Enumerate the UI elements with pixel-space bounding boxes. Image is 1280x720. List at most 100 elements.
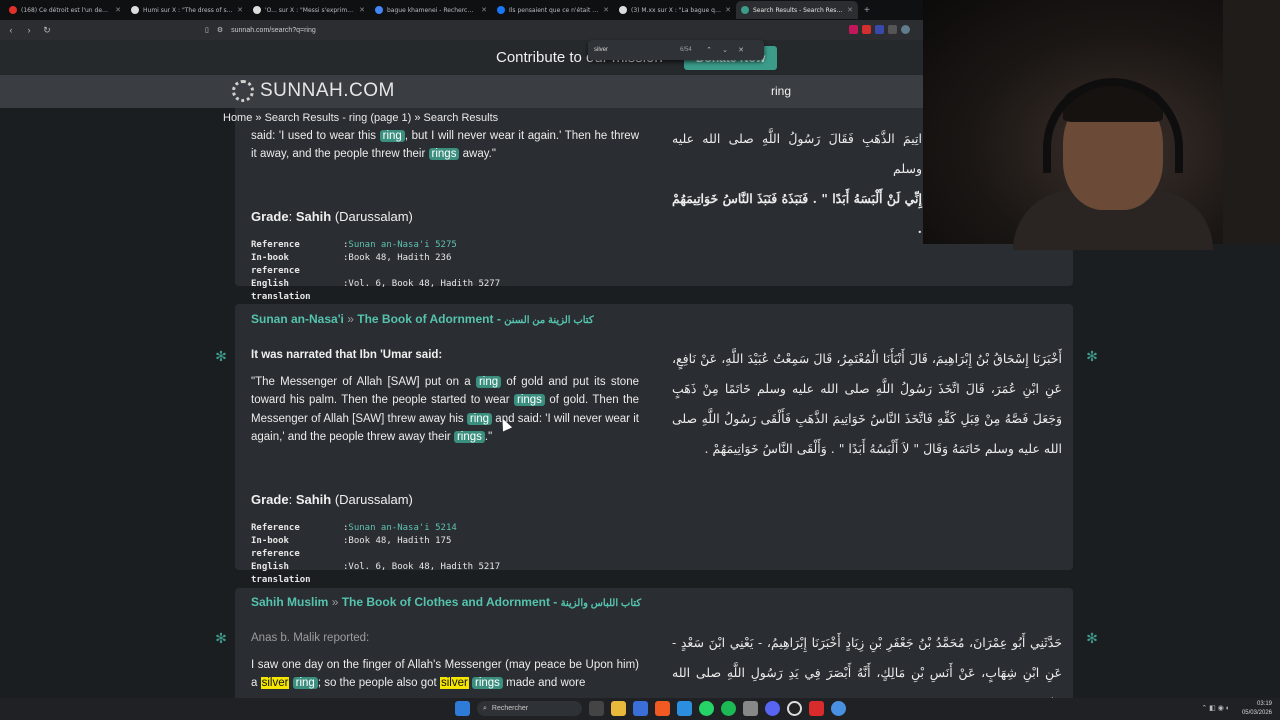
browser-tab[interactable]: bague khamenei - Recherche Google ✕ xyxy=(370,1,492,19)
hadith-english-text: "The Messenger of Allah [SAW] put on a r… xyxy=(251,373,639,446)
browser-tab-active[interactable]: Search Results - Search Results ✕ xyxy=(736,1,858,19)
browser-tab[interactable]: 'O... sur X : "Messi s'exprime à prop ✕ xyxy=(248,1,370,19)
file-explorer-icon[interactable] xyxy=(611,701,626,716)
book-name[interactable]: The Book of Clothes and Adornment - xyxy=(342,595,561,609)
find-input[interactable]: silver xyxy=(594,47,674,53)
grade-value: Sahih xyxy=(295,492,332,507)
ref-label: Reference xyxy=(251,240,300,250)
close-tab-icon[interactable]: ✕ xyxy=(115,6,121,14)
search-highlight: rings xyxy=(428,148,460,161)
search-highlight: ring xyxy=(475,376,502,388)
app-icon[interactable] xyxy=(677,701,692,716)
browser-tab[interactable]: (168) Ce détroit est l'un des enjeux m ✕ xyxy=(4,1,126,19)
book-title[interactable]: Sahih Muslim » The Book of Clothes and A… xyxy=(251,595,641,609)
text-span: "The Messenger of Allah [SAW] put on a xyxy=(251,376,476,388)
extension-icon[interactable] xyxy=(849,25,858,34)
text-span: said: 'I used to wear this xyxy=(251,130,380,142)
hadith-grade: Grade: Sahih (Darussalam) xyxy=(251,492,413,507)
profile-icon[interactable] xyxy=(901,25,910,34)
collection-name[interactable]: Sahih Muslim xyxy=(251,595,328,609)
text-span: away." xyxy=(459,148,496,161)
breadcrumb[interactable]: Home » Search Results - ring (page 1) » … xyxy=(223,112,498,124)
separator: » xyxy=(331,595,339,609)
book-name[interactable]: The Book of Adornment - xyxy=(357,312,504,326)
extensions-area xyxy=(849,25,910,34)
search-icon: ⌕ xyxy=(483,704,487,712)
search-highlight: rings xyxy=(453,430,485,443)
hadith-arabic-text: اتِيمَ الذَّهَبِ فَقَالَ رَسُولُ اللَّهِ… xyxy=(672,124,922,244)
hadith-english-text: said: 'I used to wear this ring, but I w… xyxy=(251,127,639,164)
app-icon[interactable] xyxy=(809,701,824,716)
tab-title: Humi sur X : "The dress of someone xyxy=(143,6,233,14)
arabic-line: اتِيمَ الذَّهَبِ فَقَالَ رَسُولُ اللَّهِ… xyxy=(672,131,922,176)
tab-favicon-icon xyxy=(9,6,17,14)
browser-tab[interactable]: Humi sur X : "The dress of someone ✕ xyxy=(126,1,248,19)
tab-title: 'O... sur X : "Messi s'exprime à prop xyxy=(265,6,355,14)
extension-icon[interactable] xyxy=(888,25,897,34)
logo-text: SUNNAH.COM xyxy=(260,80,395,101)
tab-favicon-icon xyxy=(497,6,505,14)
search-highlight: ring xyxy=(292,677,318,690)
reload-icon[interactable]: ↻ xyxy=(42,25,52,36)
app-icon[interactable] xyxy=(831,701,846,716)
find-next-icon[interactable]: ⌄ xyxy=(720,46,730,54)
text-span: made and wore xyxy=(502,677,586,690)
extension-icon[interactable] xyxy=(862,25,871,34)
find-prev-icon[interactable]: ⌃ xyxy=(704,46,714,54)
rosette-icon: ✻ xyxy=(1086,630,1098,646)
separator: » xyxy=(347,312,354,326)
find-highlight: silver xyxy=(439,677,469,690)
reference-link[interactable]: Sunan an-Nasa'i 5214 xyxy=(348,522,456,535)
reference-link[interactable]: Sunan an-Nasa'i 5275 xyxy=(348,239,456,252)
system-tray[interactable]: ⌃ ◧ ◉ ◐ xyxy=(1201,704,1230,712)
browser-tab[interactable]: (3) M.xx sur X : "La bague que porta ✕ xyxy=(614,1,736,19)
narrator: It was narrated that Ibn 'Umar said: xyxy=(251,349,443,361)
browser-tab[interactable]: Ils pensaient que ce n'était qu'une...✕ xyxy=(492,1,614,19)
grade-source: (Darussalam) xyxy=(334,492,413,507)
close-tab-icon[interactable]: ✕ xyxy=(481,6,487,14)
windows-taskbar: ⌕ Rechercher ⌃ ◧ ◉ ◐ 03:19 05/03/2026 xyxy=(0,698,1280,720)
search-input[interactable]: ring xyxy=(771,84,791,98)
bookmark-icon[interactable]: ▯ xyxy=(205,26,209,34)
app-icon[interactable] xyxy=(743,701,758,716)
url-field[interactable]: ▯ ⚙ sunnah.com/search?q=ring xyxy=(205,22,925,38)
find-highlight: silver xyxy=(260,677,290,690)
brave-icon[interactable] xyxy=(655,701,670,716)
close-tab-icon[interactable]: ✕ xyxy=(847,6,853,14)
back-icon[interactable]: ‹ xyxy=(6,25,16,35)
ref-label: Reference xyxy=(251,523,300,533)
close-tab-icon[interactable]: ✕ xyxy=(359,6,365,14)
taskbar-clock[interactable]: 03:19 05/03/2026 xyxy=(1242,700,1272,718)
close-tab-icon[interactable]: ✕ xyxy=(725,6,731,14)
find-in-page-bar: silver 6/54 ⌃ ⌄ ✕ xyxy=(588,40,764,60)
site-logo[interactable]: SUNNAH.COM xyxy=(232,80,395,102)
taskbar-search[interactable]: ⌕ Rechercher xyxy=(477,701,582,716)
close-tab-icon[interactable]: ✕ xyxy=(237,6,243,14)
url-text: sunnah.com/search?q=ring xyxy=(231,26,316,34)
search-highlight: ring xyxy=(379,130,405,142)
find-close-icon[interactable]: ✕ xyxy=(736,46,746,54)
book-arabic-name: كتاب اللباس والزينة xyxy=(560,598,642,609)
tab-favicon-icon xyxy=(375,6,383,14)
site-info-icon[interactable]: ⚙ xyxy=(217,26,223,34)
whatsapp-icon[interactable] xyxy=(699,701,714,716)
narrator: Anas b. Malik reported: xyxy=(251,632,370,644)
book-title[interactable]: Sunan an-Nasa'i » The Book of Adornment … xyxy=(251,312,594,326)
obs-icon[interactable] xyxy=(787,701,802,716)
tab-title: (168) Ce détroit est l'un des enjeux m xyxy=(21,6,111,14)
collection-name[interactable]: Sunan an-Nasa'i xyxy=(251,312,344,326)
task-view-icon[interactable] xyxy=(589,701,604,716)
tab-favicon-icon xyxy=(741,6,749,14)
extension-icon[interactable] xyxy=(875,25,884,34)
forward-icon[interactable]: › xyxy=(24,25,34,35)
spotify-icon[interactable] xyxy=(721,701,736,716)
start-icon[interactable] xyxy=(455,701,470,716)
store-icon[interactable] xyxy=(633,701,648,716)
search-highlight: ring xyxy=(466,412,493,425)
inbook-reference: Book 48, Hadith 175 xyxy=(348,536,452,546)
search-highlight: rings xyxy=(472,677,503,690)
close-tab-icon[interactable]: ✕ xyxy=(603,6,609,14)
discord-icon[interactable] xyxy=(765,701,780,716)
rosette-icon: ✻ xyxy=(1086,348,1098,364)
new-tab-icon[interactable]: + xyxy=(864,5,870,16)
